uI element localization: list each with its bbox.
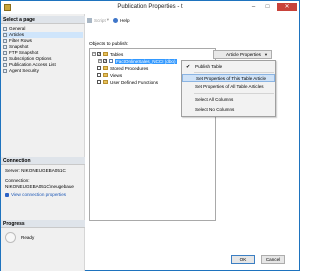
article-properties-menu: ✔ Publish Table Set Properties of This T… (181, 60, 276, 117)
select-page-header: Select a page (1, 16, 85, 24)
tree-node-tables[interactable]: − ✓ Tables (92, 51, 123, 57)
connection-properties-icon (5, 193, 9, 197)
menu-separator (194, 72, 274, 73)
script-label: Script (94, 17, 106, 23)
views-label: Views (110, 72, 123, 78)
help-label: Help (120, 17, 130, 23)
tree-node-user-defined-functions[interactable]: User Defined Functions (92, 79, 158, 85)
ok-button[interactable]: OK (231, 255, 255, 264)
page-icon (3, 27, 7, 31)
title-bar[interactable]: Publication Properties - t ‒ □ ✕ (1, 1, 299, 14)
menu-item-label: Select All Columns (195, 97, 234, 102)
menu-item-select-no-columns[interactable]: Select No Columns (182, 106, 275, 114)
progress-status: Ready (21, 235, 35, 240)
progress-block: Ready (5, 232, 34, 243)
page-icon (3, 51, 7, 55)
menu-item-set-properties-all-articles[interactable]: Set Properties of All Table Articles (182, 83, 275, 91)
folder-icon (103, 66, 108, 70)
page-item-agent-security[interactable]: Agent Security (3, 68, 83, 74)
left-panel: Select a page General Articles Filter Ro… (1, 14, 85, 271)
table-icon (109, 59, 113, 63)
connection-info: Server: NIKONEUGEBA051C Connection: NIKO… (5, 168, 83, 198)
chevron-down-icon: ▾ (106, 17, 110, 22)
udf-checkbox[interactable] (97, 80, 101, 84)
view-connection-properties-link[interactable]: View connection properties (5, 192, 83, 198)
objects-to-publish-label: Objects to publish: (89, 42, 129, 47)
view-connection-properties-label: View connection properties (11, 192, 67, 197)
toolbar: Script ▾ Help (87, 15, 297, 25)
page-icon (3, 69, 7, 73)
tree-node-stored-procedures[interactable]: Stored Procedures (92, 65, 148, 71)
menu-item-label: Set Properties of All Table Articles (195, 84, 264, 89)
views-checkbox[interactable] (97, 73, 101, 77)
menu-separator (194, 93, 274, 94)
help-button[interactable]: Help (113, 17, 130, 23)
page-icon (3, 57, 7, 61)
menu-item-label: Publish Table (195, 64, 223, 69)
check-icon: ✔ (186, 64, 191, 70)
connection-value: NIKONEUGEBA051C\neugebaue (5, 184, 74, 189)
menu-item-publish-table[interactable]: ✔ Publish Table (182, 63, 275, 71)
tables-checkbox[interactable]: ✓ (97, 52, 101, 56)
menu-item-label: Set Properties of This Table Article (196, 76, 267, 81)
script-button[interactable]: Script ▾ (87, 17, 109, 23)
script-icon (87, 17, 92, 23)
tree-node-selected-table[interactable]: + ✓ FactOnlineSales_NCCI (dbo) (98, 58, 177, 64)
tree-node-views[interactable]: Views (92, 72, 122, 78)
selected-table-label: FactOnlineSales_NCCI (dbo) (115, 58, 177, 64)
help-icon (113, 17, 119, 23)
cancel-button[interactable]: Cancel (261, 255, 285, 264)
expand-icon[interactable]: + (98, 59, 102, 63)
close-button[interactable]: ✕ (277, 3, 297, 11)
publication-properties-window: Publication Properties - t ‒ □ ✕ Select … (0, 0, 300, 271)
page-icon (3, 63, 7, 67)
page-item-label: Agent Security (9, 68, 39, 73)
page-icon (3, 39, 7, 43)
chevron-down-icon: ▼ (264, 52, 268, 57)
folder-icon (103, 80, 108, 84)
menu-item-select-all-columns[interactable]: Select All Columns (182, 96, 275, 104)
minimize-button[interactable]: ‒ (249, 3, 258, 11)
page-icon (3, 45, 7, 49)
collapse-icon[interactable]: − (92, 52, 96, 56)
menu-item-set-properties-this-article[interactable]: Set Properties of This Table Article (182, 74, 275, 82)
article-properties-label: Article Properties (226, 52, 261, 57)
article-properties-button[interactable]: Article Properties ▼ (213, 50, 272, 59)
udf-label: User Defined Functions (110, 79, 159, 85)
page-icon (3, 33, 7, 37)
stored-procedures-label: Stored Procedures (110, 65, 149, 71)
connection-header: Connection (1, 157, 85, 165)
folder-icon (103, 52, 108, 56)
table-checkbox[interactable]: ✓ (103, 59, 107, 63)
menu-item-label: Select No Columns (195, 107, 235, 112)
progress-spinner-icon (5, 232, 16, 243)
maximize-button[interactable]: □ (263, 3, 272, 11)
stored-procedures-checkbox[interactable] (97, 66, 101, 70)
progress-header: Progress (1, 220, 85, 228)
folder-icon (103, 73, 108, 77)
tables-label: Tables (110, 51, 124, 57)
pages-list: General Articles Filter Rows Snapshot FT… (3, 26, 83, 74)
